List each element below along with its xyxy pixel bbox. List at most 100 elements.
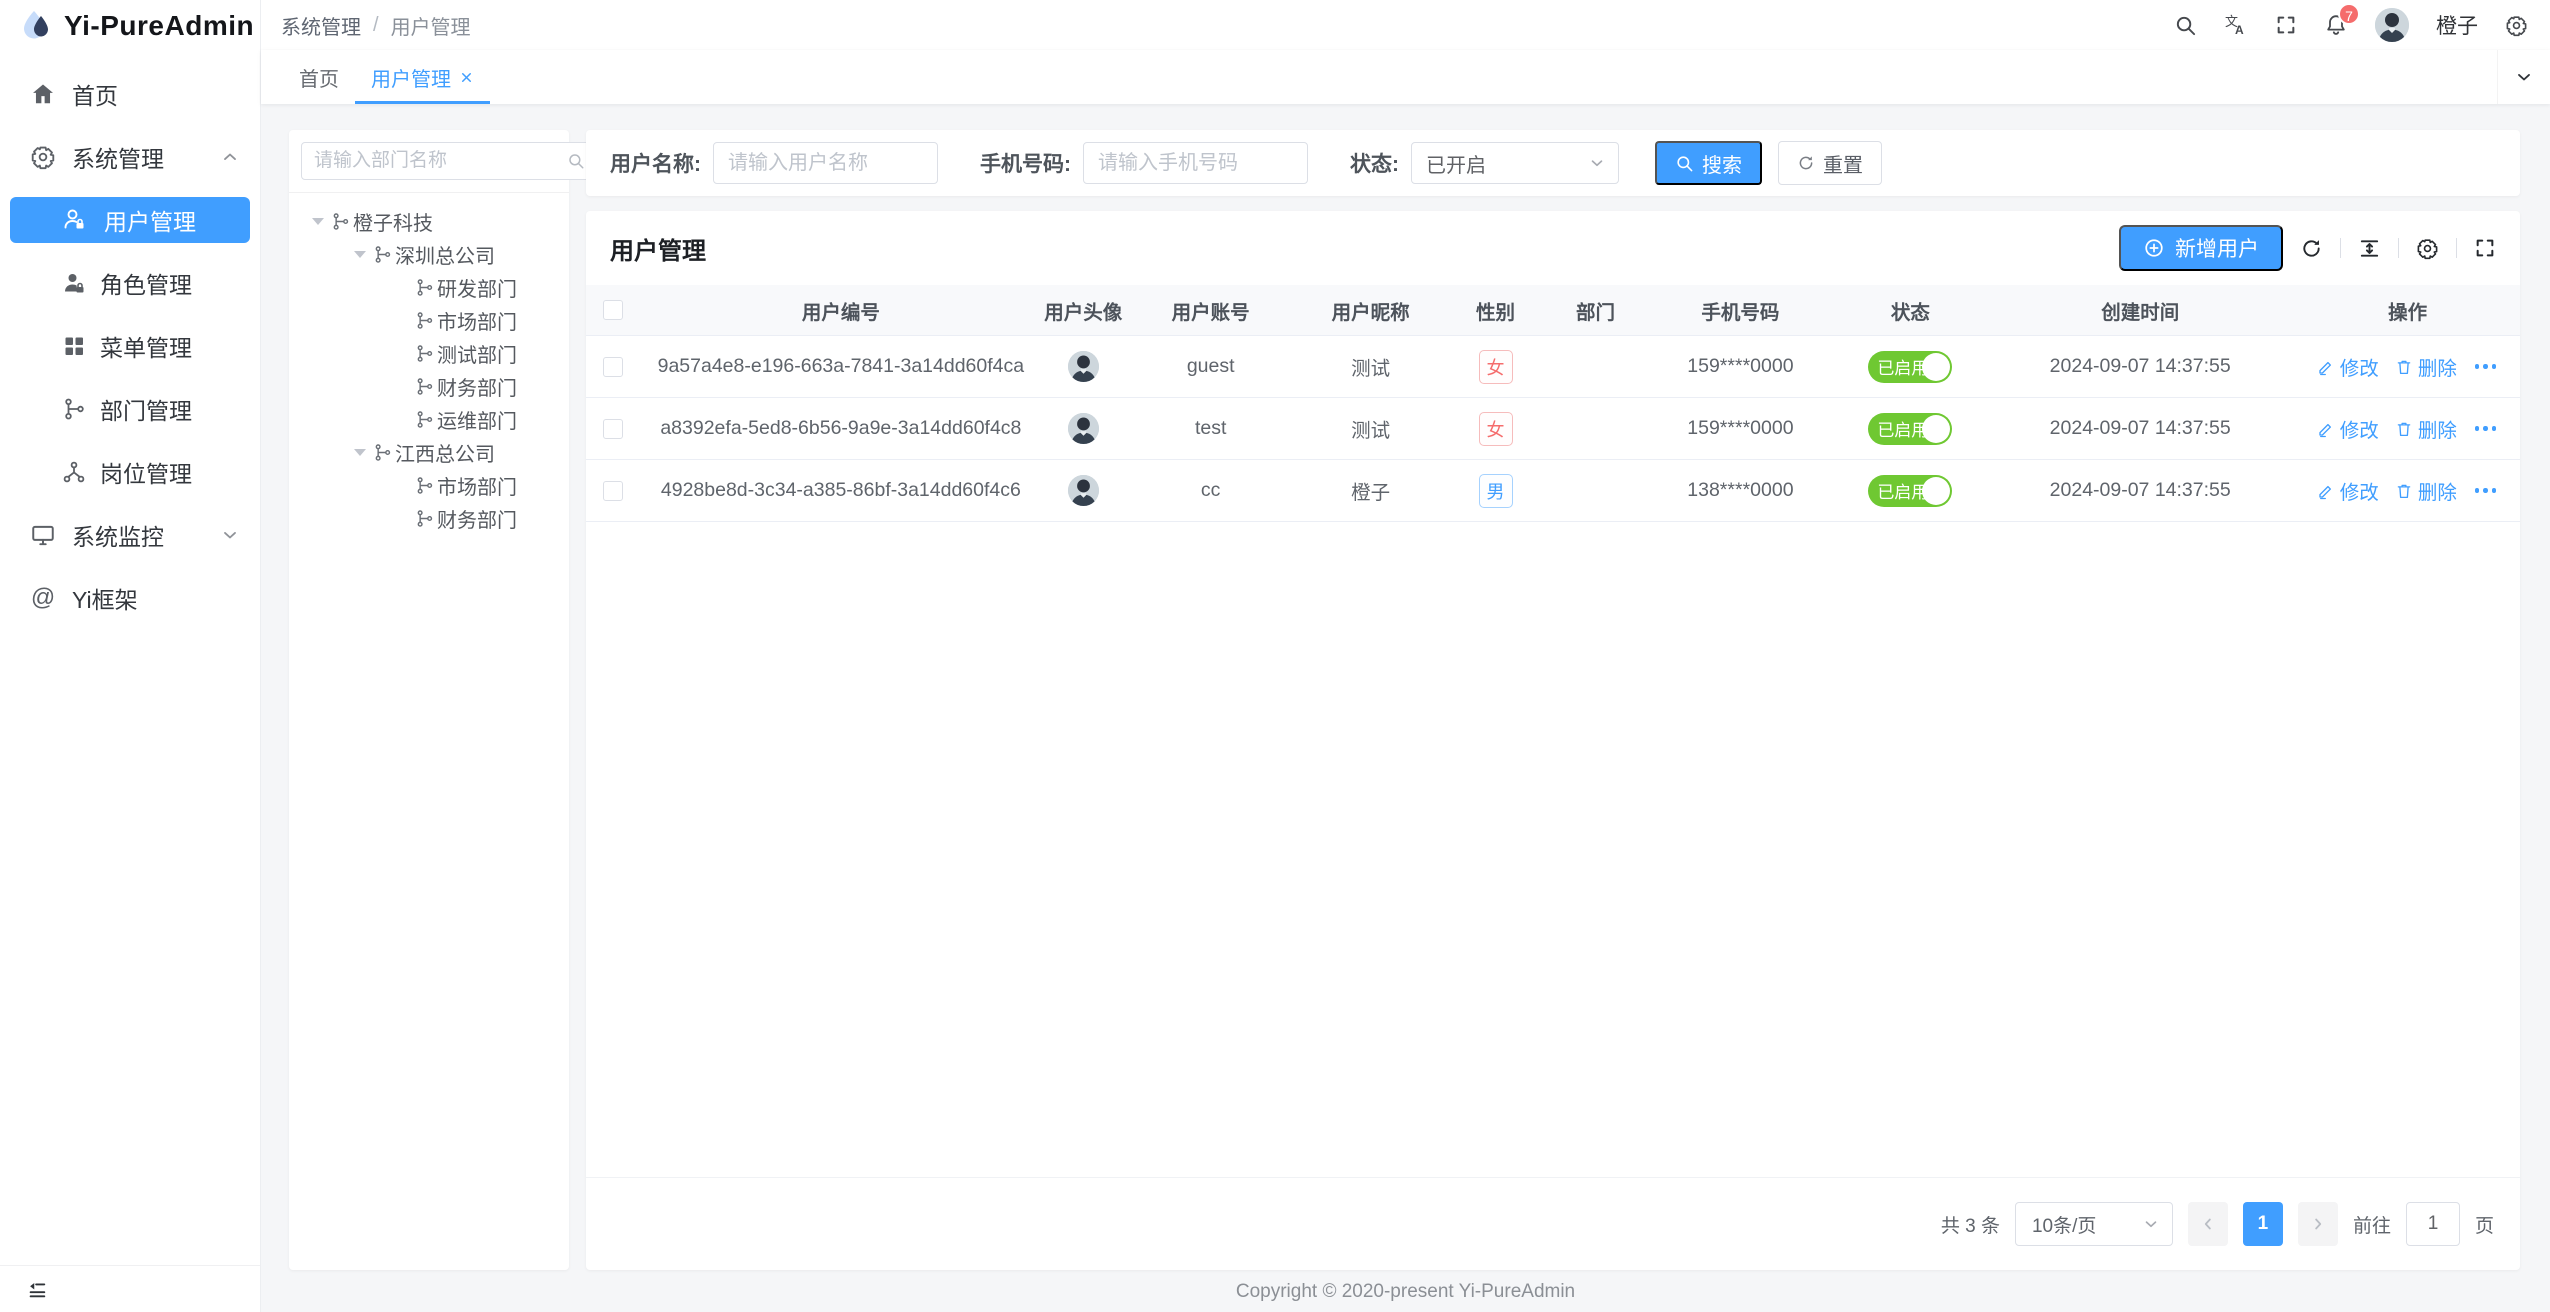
tree-node[interactable]: 市场部门 <box>289 469 569 502</box>
sidebar-item-home[interactable]: 首页 <box>0 62 260 125</box>
goto-page-input[interactable] <box>2406 1202 2460 1246</box>
sidebar-item-label: 岗位管理 <box>100 455 192 489</box>
user-name[interactable]: 橙子 <box>2436 10 2478 40</box>
next-page-button[interactable] <box>2298 1202 2338 1246</box>
breadcrumb-current: 用户管理 <box>391 11 471 40</box>
department-tree-panel: 橙子科技 深圳总公司 研发部门 市场部门 <box>289 130 569 1270</box>
edit-button[interactable]: 修改 <box>2317 414 2379 443</box>
edit-pencil-icon <box>2317 482 2335 500</box>
logo-drop-icon <box>18 8 54 44</box>
delete-button[interactable]: 删除 <box>2395 476 2457 505</box>
user-table-card: 用户管理 新增用户 <box>586 211 2520 1270</box>
sidebar-item-roles[interactable]: 角色管理 <box>0 251 260 314</box>
status-select-value: 已开启 <box>1426 149 1486 178</box>
edit-button[interactable]: 修改 <box>2317 476 2379 505</box>
status-toggle[interactable]: 已启用 <box>1868 351 1952 383</box>
status-label: 状态: <box>1350 148 1399 178</box>
notification-bell-icon[interactable]: 7 <box>2324 13 2348 37</box>
at-icon: @ <box>30 585 56 611</box>
prev-page-button[interactable] <box>2188 1202 2228 1246</box>
collapse-sidebar-icon[interactable] <box>26 1278 48 1300</box>
tab-close-icon[interactable] <box>459 70 474 85</box>
search-button[interactable]: 搜索 <box>1655 141 1762 185</box>
density-icon[interactable] <box>2358 237 2381 260</box>
tree-node-label: 江西总公司 <box>395 438 495 467</box>
page-title: 用户管理 <box>610 231 706 266</box>
tab-home[interactable]: 首页 <box>283 50 355 104</box>
breadcrumb-parent[interactable]: 系统管理 <box>281 11 361 40</box>
select-all-checkbox[interactable] <box>603 300 623 320</box>
caret-down-icon[interactable] <box>347 251 373 258</box>
caret-down-icon[interactable] <box>347 449 373 456</box>
home-icon <box>30 81 56 107</box>
sidebar-item-monitor[interactable]: 系统监控 <box>0 503 260 566</box>
sidebar-item-departments[interactable]: 部门管理 <box>0 377 260 440</box>
tree-node[interactable]: 深圳总公司 <box>289 238 569 271</box>
status-toggle[interactable]: 已启用 <box>1868 413 1952 445</box>
sidebar-item-users[interactable]: 用户管理 <box>10 197 250 243</box>
table-fullscreen-icon[interactable] <box>2474 237 2496 259</box>
more-actions-icon[interactable] <box>2473 482 2499 499</box>
sidebar-item-system[interactable]: 系统管理 <box>0 125 260 188</box>
page-size-select[interactable]: 10条/页 <box>2015 1202 2173 1246</box>
branch-icon <box>415 509 434 528</box>
caret-down-icon[interactable] <box>305 218 331 225</box>
delete-button[interactable]: 删除 <box>2395 352 2457 381</box>
translate-icon[interactable] <box>2224 13 2248 37</box>
user-account: cc <box>1126 479 1296 502</box>
tree-node[interactable]: 运维部门 <box>289 403 569 436</box>
current-page-button[interactable]: 1 <box>2243 1202 2283 1246</box>
tab-bar: 首页 用户管理 <box>261 50 2550 104</box>
fullscreen-icon[interactable] <box>2275 14 2297 36</box>
sidebar-item-label: 用户管理 <box>104 203 196 237</box>
username-input[interactable] <box>713 142 938 184</box>
tree-node[interactable]: 测试部门 <box>289 337 569 370</box>
status-toggle[interactable]: 已启用 <box>1868 475 1952 507</box>
tree-node[interactable]: 江西总公司 <box>289 436 569 469</box>
tree-node-label: 研发部门 <box>437 273 517 302</box>
search-icon <box>1675 154 1694 173</box>
gender-badge: 女 <box>1479 412 1513 446</box>
column-settings-gear-icon[interactable] <box>2416 237 2439 260</box>
tree-node[interactable]: 研发部门 <box>289 271 569 304</box>
edit-button[interactable]: 修改 <box>2317 352 2379 381</box>
app-logo[interactable]: Yi-PureAdmin <box>0 0 260 52</box>
row-checkbox[interactable] <box>603 481 623 501</box>
tree-node[interactable]: 市场部门 <box>289 304 569 337</box>
row-checkbox[interactable] <box>603 357 623 377</box>
gender-badge: 女 <box>1479 350 1513 384</box>
column-header: 用户编号 <box>641 296 1041 325</box>
refresh-table-icon[interactable] <box>2300 237 2323 260</box>
phone-input[interactable] <box>1083 142 1308 184</box>
table-row: a8392efa-5ed8-6b56-9a9e-3a14dd60f4c8 tes… <box>586 398 2520 460</box>
department-search-box <box>301 142 596 180</box>
column-header: 手机号码 <box>1645 296 1835 325</box>
tree-node-label: 市场部门 <box>437 471 517 500</box>
sidebar-item-label: 菜单管理 <box>100 329 192 363</box>
add-user-button[interactable]: 新增用户 <box>2119 225 2283 271</box>
app-root: Yi-PureAdmin 首页 系统管理 用户管理 <box>0 0 2550 1312</box>
user-avatar[interactable] <box>2375 8 2409 42</box>
tree-node[interactable]: 财务部门 <box>289 502 569 535</box>
tab-users[interactable]: 用户管理 <box>355 50 490 104</box>
sidebar-item-framework[interactable]: @ Yi框架 <box>0 566 260 629</box>
sidebar-item-menus[interactable]: 菜单管理 <box>0 314 260 377</box>
row-checkbox[interactable] <box>603 419 623 439</box>
department-search-input[interactable] <box>312 149 561 173</box>
tree-node[interactable]: 橙子科技 <box>289 205 569 238</box>
copyright-text: Copyright © 2020-present Yi-PureAdmin <box>1236 1281 1575 1303</box>
reset-button[interactable]: 重置 <box>1778 141 1882 185</box>
tree-node[interactable]: 财务部门 <box>289 370 569 403</box>
tab-menu-chevron-icon[interactable] <box>2497 50 2550 104</box>
status-select[interactable]: 已开启 <box>1411 142 1619 184</box>
more-actions-icon[interactable] <box>2473 420 2499 437</box>
user-nickname: 测试 <box>1296 352 1446 381</box>
phone-label: 手机号码: <box>980 148 1071 178</box>
delete-button[interactable]: 删除 <box>2395 414 2457 443</box>
sidebar-item-posts[interactable]: 岗位管理 <box>0 440 260 503</box>
search-icon[interactable] <box>2174 14 2197 37</box>
monitor-icon <box>30 522 56 548</box>
more-actions-icon[interactable] <box>2473 358 2499 375</box>
settings-gear-icon[interactable] <box>2505 14 2528 37</box>
pagination-total: 共 3 条 <box>1941 1211 2000 1238</box>
